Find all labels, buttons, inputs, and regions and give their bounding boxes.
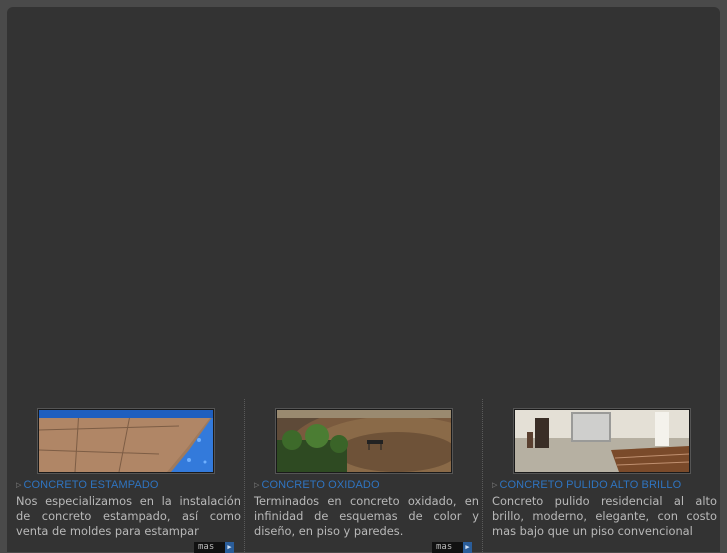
more-button[interactable]: mas ▶ [194,542,234,553]
polished-concrete-thumbnail[interactable] [514,409,690,473]
section-description: Nos especializamos en la instalación de … [16,494,241,538]
page-container: ▷ CONCRETO ESTAMPADO Nos especializamos e… [7,7,720,553]
oxidized-concrete-thumbnail[interactable] [276,409,452,473]
section-concreto-oxidado: ▷ CONCRETO OXIDADO Terminados en concreto… [254,402,479,553]
column-divider [482,399,483,552]
arrow-right-icon: ▶ [463,542,472,553]
section-heading[interactable]: ▷ CONCRETO OXIDADO [254,479,479,491]
section-description: Terminados en concreto oxidado, en infin… [254,494,479,538]
section-heading-text[interactable]: CONCRETO OXIDADO [261,479,379,491]
arrow-bullet-icon: ▷ [16,482,22,489]
column-divider [244,399,245,552]
section-heading[interactable]: ▷ CONCRETO ESTAMPADO [16,479,241,491]
more-label: mas [436,542,453,552]
more-label: mas [198,542,215,552]
banner-area [7,7,720,397]
arrow-right-icon: ▶ [225,542,234,553]
section-heading-text[interactable]: CONCRETO PULIDO ALTO BRILLO [499,479,681,491]
section-concreto-pulido: ▷ CONCRETO PULIDO ALTO BRILLO Concreto pu… [492,402,717,552]
stamped-concrete-thumbnail[interactable] [38,409,214,473]
section-description: Concreto pulido residencial al alto bril… [492,494,717,538]
arrow-bullet-icon: ▷ [254,482,260,489]
arrow-bullet-icon: ▷ [492,482,498,489]
section-concreto-estampado: ▷ CONCRETO ESTAMPADO Nos especializamos e… [16,402,241,553]
section-heading-text[interactable]: CONCRETO ESTAMPADO [23,479,158,491]
more-button[interactable]: mas ▶ [432,542,472,553]
section-heading[interactable]: ▷ CONCRETO PULIDO ALTO BRILLO [492,479,717,491]
